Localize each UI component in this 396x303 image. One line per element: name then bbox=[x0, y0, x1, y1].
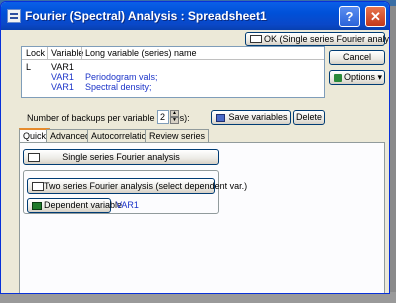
close-button[interactable]: ✕ bbox=[365, 6, 386, 27]
window-title: Fourier (Spectral) Analysis : Spreadshee… bbox=[25, 9, 267, 23]
title-bar: Fourier (Spectral) Analysis : Spreadshee… bbox=[1, 2, 389, 30]
header-lock[interactable]: Lock bbox=[26, 48, 45, 58]
tab-review-series[interactable]: Review series bbox=[145, 129, 210, 143]
column-separator bbox=[47, 47, 48, 59]
options-button-label: Options ▾ bbox=[343, 72, 383, 82]
dependent-variable-label: Dependent variable bbox=[44, 200, 123, 210]
save-icon bbox=[216, 114, 225, 122]
variable-cell: VAR1 bbox=[51, 62, 74, 72]
help-button[interactable]: ? bbox=[339, 6, 360, 27]
dependent-variable-button[interactable]: Dependent variable bbox=[27, 198, 122, 213]
window-icon bbox=[7, 9, 21, 23]
long-name-cell: Periodogram vals; bbox=[85, 72, 158, 82]
list-item[interactable]: L VAR1 bbox=[22, 62, 324, 72]
header-variable[interactable]: Variable bbox=[51, 48, 83, 58]
single-series-button[interactable]: Single series Fourier analysis bbox=[23, 149, 219, 165]
cancel-button[interactable]: Cancel bbox=[329, 50, 385, 65]
backups-spinner[interactable]: ▲ ▼ bbox=[170, 110, 179, 124]
save-variables-label: Save variables bbox=[228, 112, 288, 122]
options-button[interactable]: Options ▾ bbox=[329, 70, 385, 85]
variable-cell: VAR1 bbox=[51, 72, 74, 82]
long-name-cell: Spectral density; bbox=[85, 82, 152, 92]
lock-cell: L bbox=[26, 62, 32, 72]
spinner-up-icon[interactable]: ▲ bbox=[170, 110, 179, 117]
two-series-button[interactable]: Two series Fourier analysis (select depe… bbox=[27, 178, 247, 194]
ok-button-label: OK (Single series Fourier analysis) bbox=[264, 34, 390, 44]
header-long-name[interactable]: Long variable (series) name bbox=[85, 48, 197, 58]
delete-button[interactable]: Delete bbox=[293, 110, 325, 125]
spreadsheet-icon bbox=[250, 35, 262, 43]
variable-cell: VAR1 bbox=[51, 82, 74, 92]
fourier-analysis-dialog: Fourier (Spectral) Analysis : Spreadshee… bbox=[0, 1, 390, 294]
spreadsheet-icon bbox=[28, 153, 40, 162]
variable-list[interactable]: Lock Variable Long variable (series) nam… bbox=[21, 46, 325, 98]
options-icon bbox=[334, 74, 342, 82]
two-series-label: Two series Fourier analysis (select depe… bbox=[44, 181, 248, 191]
variable-select-icon bbox=[32, 202, 42, 210]
spinner-down-icon[interactable]: ▼ bbox=[170, 117, 179, 124]
variable-list-header: Lock Variable Long variable (series) nam… bbox=[22, 47, 324, 60]
spreadsheet-icon bbox=[32, 182, 44, 191]
dependent-variable-value: VAR1 bbox=[116, 200, 139, 210]
backups-input[interactable]: 2 bbox=[157, 110, 169, 124]
column-separator bbox=[81, 47, 82, 59]
ok-button[interactable]: OK (Single series Fourier analysis) bbox=[245, 32, 389, 46]
save-variables-button[interactable]: Save variables bbox=[211, 110, 291, 125]
single-series-label: Single series Fourier analysis bbox=[62, 152, 180, 162]
list-item[interactable]: VAR1 Spectral density; bbox=[22, 82, 324, 92]
list-item[interactable]: VAR1 Periodogram vals; bbox=[22, 72, 324, 82]
